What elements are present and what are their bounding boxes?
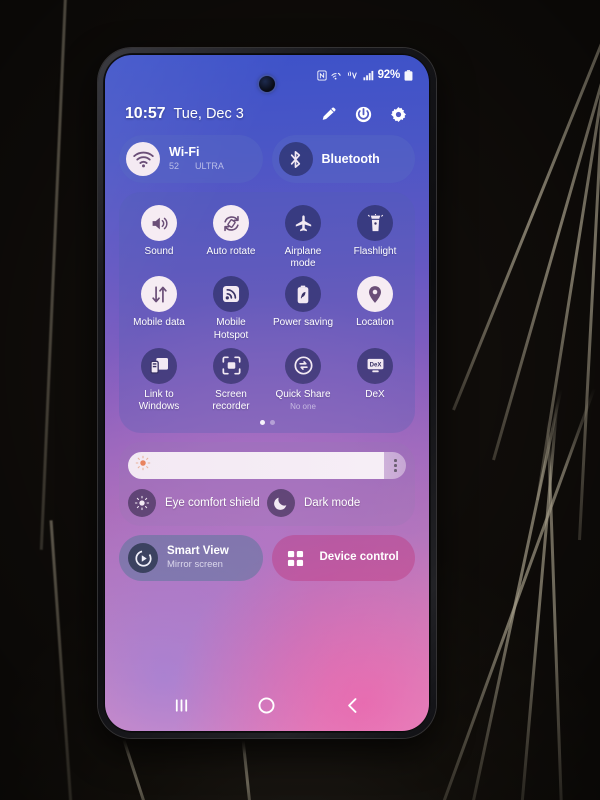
- toggle-label: Screen recorder: [212, 388, 250, 412]
- auto-rotate-icon: [213, 205, 249, 241]
- toggle-power-saving[interactable]: Power saving: [267, 276, 339, 341]
- toggle-sound[interactable]: Sound: [123, 205, 195, 270]
- shortcut-row: Smart View Mirror screen Device control: [119, 535, 415, 582]
- three-dot-menu-icon[interactable]: [394, 459, 397, 473]
- bluetooth-text: Bluetooth: [322, 152, 380, 166]
- battery-leaf-icon: [285, 276, 321, 313]
- toggle-label: Airplane mode: [284, 246, 322, 270]
- bluetooth-label: Bluetooth: [321, 151, 380, 166]
- airplane-icon: [285, 205, 321, 241]
- sound-icon: [141, 205, 177, 241]
- svg-text:DeX: DeX: [369, 363, 381, 369]
- toggle-label: DeX: [365, 388, 385, 400]
- dex-icon: DeX: [357, 347, 393, 384]
- bluetooth-icon[interactable]: [278, 142, 313, 176]
- wifi-calling-icon: [331, 70, 343, 81]
- toggle-sublabel: No one: [290, 401, 316, 411]
- back-chevron-icon[interactable]: [332, 690, 372, 720]
- link-to-windows-icon: [141, 347, 177, 384]
- connectivity-row: Wi-Fi 52 ULTRA Bluetooth: [119, 135, 415, 183]
- quick-settings-panel: Wi-Fi 52 ULTRA Bluetooth Sound Auto rota…: [119, 135, 415, 582]
- toggle-grid-card: Sound Auto rotate Airplane mode Flashlig…: [119, 192, 415, 434]
- smart-view-subtitle: Mirror screen: [167, 558, 223, 570]
- wifi-sub-left: 52: [169, 160, 180, 171]
- toggle-label: Flashlight: [353, 246, 397, 257]
- dark-mode-label: Dark mode: [304, 497, 361, 510]
- page-dot-2[interactable]: [269, 420, 275, 426]
- home-circle-icon[interactable]: [247, 690, 287, 720]
- page-indicator: [123, 420, 411, 427]
- toggle-label: Location: [356, 317, 394, 329]
- toggle-quick-share[interactable]: Quick Share No one: [267, 347, 339, 413]
- display-modes-row: Eye comfort shield Dark mode: [128, 489, 406, 518]
- navigation-bar: [105, 688, 429, 722]
- clock-date: Tue, Dec 3: [173, 106, 244, 122]
- location-pin-icon: [357, 276, 393, 313]
- smart-view-title: Smart View: [167, 545, 229, 558]
- toggle-grid: Sound Auto rotate Airplane mode Flashlig…: [123, 205, 411, 413]
- dark-mode-toggle[interactable]: Dark mode: [267, 489, 406, 518]
- gear-icon[interactable]: [390, 106, 407, 123]
- toggle-label: Sound: [144, 246, 174, 257]
- toggle-label: Link to Windows: [138, 388, 180, 412]
- toggle-label: Auto rotate: [206, 246, 256, 257]
- smart-view-button[interactable]: Smart View Mirror screen: [119, 535, 263, 582]
- toggle-label: Mobile data: [133, 317, 185, 329]
- mobile-data-icon: [141, 276, 177, 313]
- bluetooth-tile[interactable]: Bluetooth: [271, 135, 415, 183]
- battery-icon: [404, 69, 413, 81]
- quick-settings-header: 10:57 Tue, Dec 3: [105, 105, 429, 123]
- wifi-subtitle: 52 ULTRA: [169, 161, 224, 173]
- device-control-text: Device control: [320, 551, 399, 565]
- device-control-icon: [281, 543, 311, 573]
- flashlight-icon: [357, 205, 393, 241]
- wifi-label: Wi-Fi: [169, 145, 200, 160]
- battery-percent-label: 92%: [377, 69, 401, 81]
- page-dot-1[interactable]: [259, 420, 265, 426]
- moon-icon: [267, 489, 295, 518]
- toggle-mobile-data[interactable]: Mobile data: [123, 276, 195, 341]
- phone-screen: 92% 10:57 Tue, Dec 3 Wi-Fi 52 ULTRA Blue…: [105, 55, 429, 731]
- screen-recorder-icon: [213, 347, 249, 384]
- recents-icon[interactable]: [162, 690, 202, 720]
- header-actions: [320, 106, 407, 123]
- brightness-slider[interactable]: [128, 452, 406, 480]
- smart-view-icon: [128, 543, 158, 574]
- power-icon[interactable]: [355, 106, 372, 123]
- phone-device: 92% 10:57 Tue, Dec 3 Wi-Fi 52 ULTRA Blue…: [98, 48, 436, 738]
- toggle-airplane-mode[interactable]: Airplane mode: [267, 205, 339, 270]
- toggle-auto-rotate[interactable]: Auto rotate: [195, 205, 267, 270]
- eye-comfort-label: Eye comfort shield: [165, 497, 260, 510]
- toggle-label: Mobile Hotspot: [213, 317, 249, 341]
- toggle-screen-recorder[interactable]: Screen recorder: [195, 347, 267, 413]
- signal-bars-icon: [363, 70, 374, 81]
- nfc-icon: [316, 69, 327, 81]
- toggle-label: Quick Share: [275, 388, 331, 400]
- eye-comfort-shield-toggle[interactable]: Eye comfort shield: [128, 489, 267, 518]
- smart-view-text: Smart View Mirror screen: [167, 545, 229, 571]
- brightness-sun-icon: [135, 455, 151, 476]
- toggle-mobile-hotspot[interactable]: Mobile Hotspot: [195, 276, 267, 341]
- front-camera-punch-hole: [259, 76, 275, 92]
- quick-share-icon: [285, 347, 321, 384]
- clock-date-group: 10:57 Tue, Dec 3: [125, 105, 244, 123]
- toggle-location[interactable]: Location: [339, 276, 411, 341]
- eye-comfort-icon: [128, 489, 156, 518]
- status-bar: 92%: [316, 69, 413, 81]
- pencil-icon[interactable]: [320, 106, 337, 123]
- hotspot-icon: [213, 276, 249, 313]
- wifi-text: Wi-Fi 52 ULTRA: [169, 145, 224, 172]
- device-control-title: Device control: [319, 551, 399, 564]
- vowifi-icon: [347, 70, 359, 81]
- wifi-sub-right: ULTRA: [195, 160, 224, 171]
- toggle-dex[interactable]: DeX DeX: [339, 347, 411, 413]
- wifi-icon[interactable]: [126, 142, 160, 176]
- clock-time: 10:57: [125, 105, 166, 122]
- toggle-link-to-windows[interactable]: Link to Windows: [123, 347, 195, 413]
- device-control-button[interactable]: Device control: [271, 535, 415, 582]
- toggle-flashlight[interactable]: Flashlight: [339, 205, 411, 270]
- toggle-label: Power saving: [272, 317, 334, 329]
- wifi-tile[interactable]: Wi-Fi 52 ULTRA: [119, 135, 263, 183]
- brightness-card: Eye comfort shield Dark mode: [119, 442, 415, 527]
